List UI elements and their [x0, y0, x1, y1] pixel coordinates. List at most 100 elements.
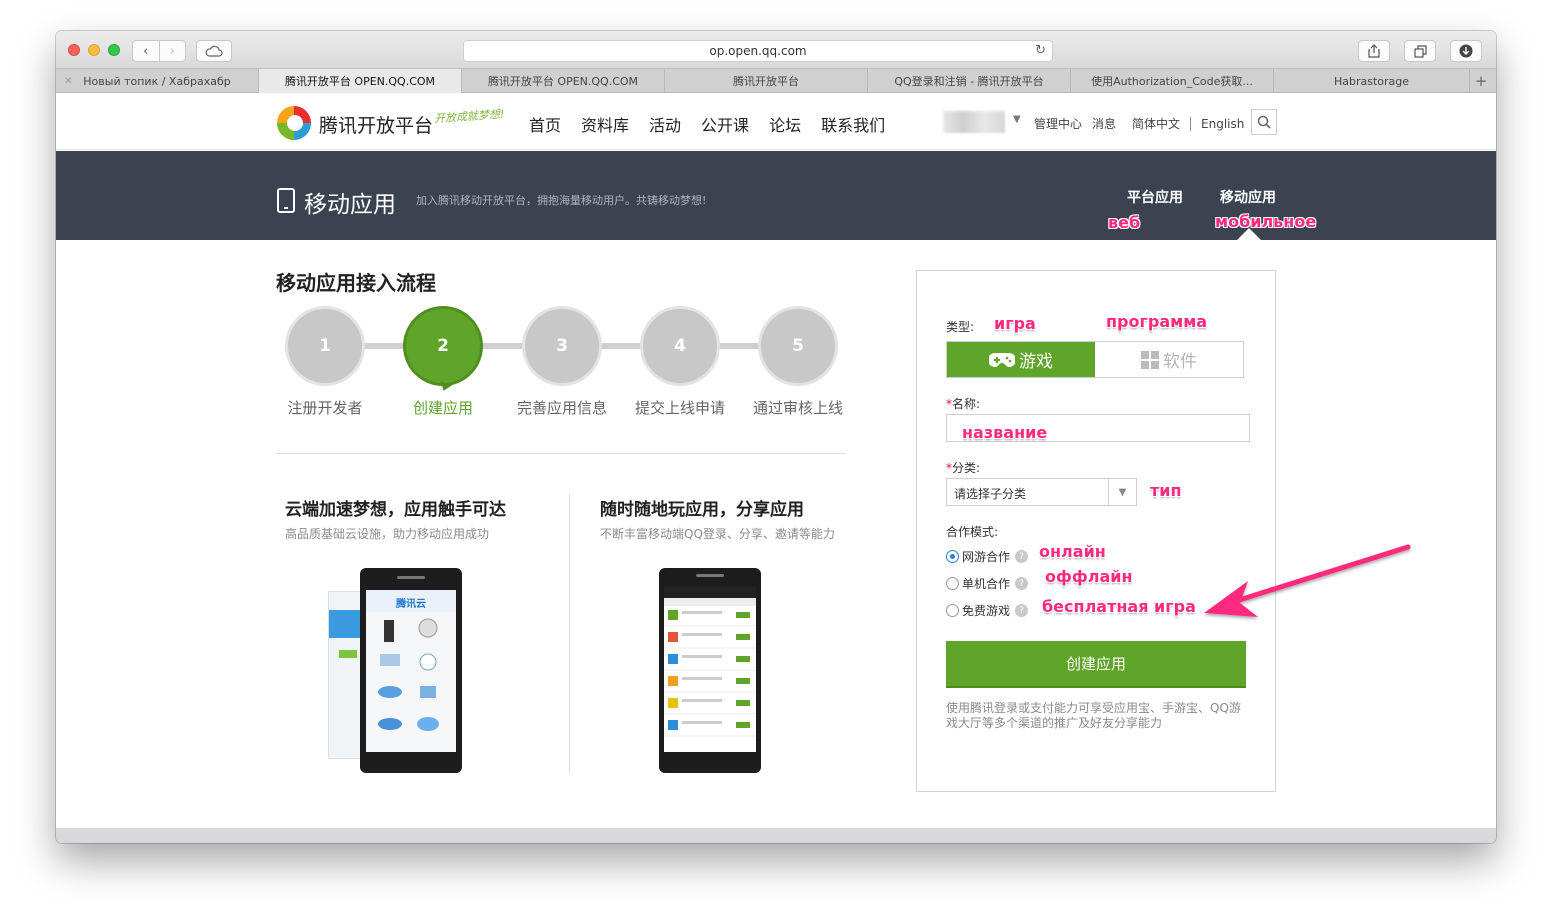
back-icon[interactable]: ‹ — [133, 44, 159, 59]
mode-option-offline[interactable]: 单机合作 ? — [946, 575, 1029, 592]
share-icon — [1368, 44, 1380, 58]
download-icon — [1459, 44, 1473, 58]
cloud-services-illustration — [378, 618, 439, 731]
category-label: *分类: — [946, 461, 981, 475]
header-right-links: 管理中心 消息 简体中文 English — [1034, 115, 1254, 132]
type-software-button[interactable]: 软件 — [1095, 342, 1243, 377]
reload-icon[interactable]: ↻ — [1035, 43, 1046, 58]
link-english[interactable]: English — [1201, 117, 1244, 131]
radio-free-game[interactable] — [946, 604, 959, 617]
nav-contact[interactable]: 联系我们 — [821, 112, 885, 136]
annotation-type: тип — [1150, 481, 1182, 500]
browser-tab[interactable]: ✕ Новый топик / Хабрахабр — [56, 69, 259, 93]
feature-2-title: 随时随地玩应用，分享应用 — [600, 500, 804, 520]
show-tabs-button[interactable] — [1404, 40, 1436, 62]
help-icon[interactable]: ? — [1015, 577, 1029, 590]
downloads-button[interactable] — [1450, 40, 1482, 62]
browser-tab[interactable]: QQ登录和注销 - 腾讯开放平台 — [868, 69, 1071, 93]
nav-forum[interactable]: 论坛 — [769, 112, 801, 136]
apps-grid-icon — [1141, 350, 1159, 369]
banner-subtitle: 加入腾讯移动开放平台，拥抱海量移动用户。共铸移动梦想! — [416, 194, 707, 207]
tabs-overview-icon — [1413, 44, 1427, 58]
zoom-window-button[interactable] — [108, 44, 120, 56]
site-slogan: 开放成就梦想! — [433, 107, 505, 126]
tencent-logo-icon[interactable] — [275, 104, 313, 142]
app-list-illustration — [664, 610, 756, 737]
main-nav: 首页 资料库 活动 公开课 论坛 联系我们 — [529, 112, 885, 136]
tab-mobile-apps[interactable]: 移动应用 — [1220, 187, 1276, 207]
step-3-circle: 3 — [522, 306, 602, 386]
create-app-button[interactable]: 创建应用 — [946, 641, 1246, 688]
step-4-label: 提交上线申请 — [634, 399, 725, 417]
nav-docs[interactable]: 资料库 — [581, 112, 629, 136]
chevron-down-icon: ▼ — [1108, 479, 1136, 505]
annotation-game: игра — [994, 314, 1036, 333]
close-tab-icon[interactable]: ✕ — [64, 76, 72, 87]
annotation-mobile: мобильное — [1215, 212, 1317, 231]
phone-preview-app-list — [659, 568, 761, 773]
url-text: op.open.qq.com — [709, 44, 807, 58]
icloud-tabs-button[interactable] — [196, 40, 232, 62]
annotation-name: название — [962, 423, 1048, 442]
feature-1-title: 云端加速梦想，应用触手可达 — [285, 500, 506, 520]
cloud-icon — [205, 45, 223, 57]
mobile-phone-icon — [277, 188, 295, 213]
radio-online[interactable] — [946, 550, 959, 563]
browser-tab[interactable]: 使用Authorization_Code获取... — [1071, 69, 1274, 93]
nav-courses[interactable]: 公开课 — [701, 112, 749, 136]
browser-tab[interactable]: 腾讯开放平台 OPEN.QQ.COM — [462, 69, 665, 93]
forward-icon[interactable]: › — [159, 44, 185, 59]
nav-home[interactable]: 首页 — [529, 112, 561, 136]
close-window-button[interactable] — [68, 44, 80, 56]
browser-tab-active[interactable]: 腾讯开放平台 OPEN.QQ.COM — [259, 69, 462, 93]
step-5-label: 通过审核上线 — [752, 399, 843, 417]
feature-1-subtitle: 高品质基础云设施，助力移动应用成功 — [285, 527, 490, 541]
browser-tab[interactable]: 腾讯开放平台 — [665, 69, 868, 93]
chevron-down-icon[interactable]: ▼ — [1013, 114, 1021, 125]
history-nav: ‹ › — [132, 40, 186, 62]
link-messages[interactable]: 消息 — [1092, 115, 1116, 132]
cooperation-mode-label: 合作模式: — [946, 525, 999, 539]
radio-offline[interactable] — [946, 577, 959, 590]
browser-window: ‹ › op.open.qq.com ↻ ✕ Новый топик / Хабр… — [56, 31, 1496, 843]
name-label: *名称: — [946, 397, 981, 411]
help-icon[interactable]: ? — [1015, 604, 1029, 617]
browser-toolbar: ‹ › op.open.qq.com ↻ — [56, 31, 1496, 69]
feature-divider — [569, 494, 570, 774]
step-5-circle: 5 — [758, 306, 838, 386]
flow-title: 移动应用接入流程 — [276, 271, 436, 295]
minimize-window-button[interactable] — [88, 44, 100, 56]
site-logo-text[interactable]: 腾讯开放平台 — [319, 111, 433, 138]
tab-strip: ✕ Новый топик / Хабрахабр 腾讯开放平台 OPEN.QQ.… — [56, 69, 1496, 93]
link-management-center[interactable]: 管理中心 — [1034, 115, 1082, 132]
search-icon — [1257, 115, 1271, 129]
gamepad-icon — [989, 352, 1015, 367]
category-select[interactable]: 请选择子分类 ▼ — [946, 478, 1137, 506]
annotation-arrow-icon — [1204, 544, 1411, 617]
step-2-label: 创建应用 — [412, 399, 473, 417]
type-game-button[interactable]: 游戏 — [947, 342, 1095, 377]
phone-preview-cloud: 腾讯云 — [360, 568, 462, 773]
form-note: 使用腾讯登录或支付能力可享受应用宝、手游宝、QQ游戏大厅等多个渠道的推广及好友分… — [946, 701, 1241, 730]
browser-tab[interactable]: Habrastorage — [1274, 69, 1470, 93]
feature-2-subtitle: 不断丰富移动端QQ登录、分享、邀请等能力 — [600, 527, 835, 541]
mode-option-free-game[interactable]: 免费游戏 ? — [946, 602, 1029, 619]
annotation-offline: оффлайн — [1045, 567, 1133, 586]
page-footer-band — [56, 828, 1496, 843]
new-tab-button[interactable]: + — [1470, 69, 1492, 93]
link-simplified-chinese[interactable]: 简体中文 — [1132, 115, 1180, 132]
user-name-blurred[interactable] — [943, 111, 1005, 133]
phone-brand-label: 腾讯云 — [366, 590, 456, 612]
search-button[interactable] — [1251, 109, 1277, 135]
address-bar[interactable]: op.open.qq.com ↻ — [463, 40, 1053, 62]
annotation-free-game: бесплатная игра — [1042, 597, 1196, 616]
step-3-label: 完善应用信息 — [516, 399, 607, 417]
page-banner: 移动应用 加入腾讯移动开放平台，拥抱海量移动用户。共铸移动梦想! 平台应用 移动… — [56, 151, 1496, 240]
app-type-toggle: 游戏 软件 — [946, 341, 1244, 378]
share-button[interactable] — [1358, 40, 1390, 62]
tab-platform-apps[interactable]: 平台应用 — [1127, 187, 1183, 207]
nav-events[interactable]: 活动 — [649, 112, 681, 136]
help-icon[interactable]: ? — [1015, 550, 1029, 563]
mode-option-online[interactable]: 网游合作 ? — [946, 548, 1029, 565]
step-4-circle: 4 — [640, 306, 720, 386]
